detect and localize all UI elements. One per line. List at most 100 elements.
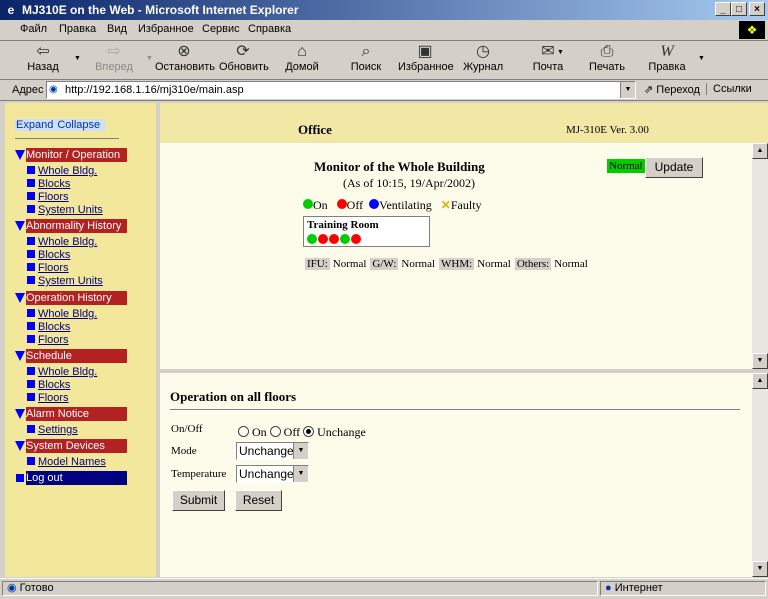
nav-logout[interactable]: Log out <box>15 471 127 486</box>
nav-item-whole-bldg[interactable]: Whole Bldg. <box>27 308 97 321</box>
monitor-frame: Monitor of the Whole Building (As of 10:… <box>160 143 768 369</box>
refresh-icon: ⟳ <box>236 43 250 60</box>
nav-item-floors[interactable]: Floors <box>27 334 69 347</box>
edit-dropdown-icon[interactable]: ▼ <box>698 55 705 62</box>
scroll-up-icon[interactable]: ▲ <box>752 143 768 159</box>
maximize-button[interactable]: □ <box>731 2 747 16</box>
monitor-scrollbar[interactable]: ▲ ▼ <box>752 143 768 369</box>
history-button[interactable]: ◷ Журнал <box>463 43 503 77</box>
collapse-link[interactable]: Collapse <box>57 119 100 131</box>
mail-dropdown-icon[interactable]: ▼ <box>557 49 564 56</box>
unit-off-dot-icon[interactable] <box>318 234 328 244</box>
refresh-button[interactable]: ⟳ Обновить <box>219 43 269 77</box>
stop-button[interactable]: ⊗ Остановить <box>155 43 215 77</box>
nav-section-alarm-notice[interactable]: Alarm Notice <box>15 407 127 422</box>
menu-edit[interactable]: Правка <box>59 23 96 35</box>
chevron-down-icon[interactable]: ▼ <box>293 443 308 459</box>
nav-item-system-units[interactable]: System Units <box>27 275 103 288</box>
nav-section-operation-history[interactable]: Operation History <box>15 291 127 306</box>
header-frame: Office MJ-310E Ver. 3.00 <box>160 103 768 143</box>
address-input[interactable]: ◉ http://192.168.1.16/mj310e/main.asp ▼ <box>46 81 636 99</box>
bullet-square-icon <box>27 309 35 317</box>
navigation-frame: Expand Collapse Monitor / Operation Whole… <box>5 103 159 577</box>
nav-section-abnormality[interactable]: Abnormality History <box>15 219 127 234</box>
go-button[interactable]: ⇗ Переход <box>644 83 700 96</box>
minimize-button[interactable]: _ <box>715 2 731 16</box>
unit-on-dot-icon[interactable] <box>340 234 350 244</box>
submit-button[interactable]: Submit <box>172 490 225 511</box>
home-button[interactable]: ⌂ Домой <box>284 43 320 77</box>
unit-on-dot-icon[interactable] <box>307 234 317 244</box>
toolbar: ⇦ Назад ▼ ⇨ Вперед ▼ ⊗ Остановить ⟳ Обновить… <box>0 41 768 80</box>
update-button[interactable]: Update <box>645 157 703 178</box>
nav-item-blocks[interactable]: Blocks <box>27 321 70 334</box>
nav-section-monitor[interactable]: Monitor / Operation <box>15 148 127 163</box>
menu-favorites[interactable]: Избранное <box>138 23 194 35</box>
scroll-down-icon[interactable]: ▼ <box>752 561 768 577</box>
menu-help[interactable]: Справка <box>248 23 291 35</box>
word-edit-icon: W <box>660 43 674 60</box>
menu-tools[interactable]: Сервис <box>202 23 240 35</box>
bullet-square-icon <box>27 237 35 245</box>
nav-item-blocks[interactable]: Blocks <box>27 249 70 262</box>
edit-button[interactable]: W Правка <box>648 43 686 77</box>
close-button[interactable]: × <box>749 2 765 16</box>
operation-scrollbar[interactable]: ▲ ▼ <box>752 373 768 577</box>
scroll-down-icon[interactable]: ▼ <box>752 353 768 369</box>
nav-item-whole-bldg[interactable]: Whole Bldg. <box>27 366 97 379</box>
nav-item-blocks[interactable]: Blocks <box>27 178 70 191</box>
onoff-radio-group: On Off Unchange <box>238 425 366 440</box>
menu-file[interactable]: Файл <box>20 23 47 35</box>
printer-icon: ⎙ <box>600 43 614 60</box>
go-arrow-icon: ⇗ <box>644 84 654 96</box>
faulty-cross-icon: ✕ <box>440 198 451 212</box>
menu-bar: Файл Правка Вид Избранное Сервис Справка <box>0 20 768 41</box>
forward-dropdown-icon[interactable]: ▼ <box>146 55 153 62</box>
expand-link[interactable]: Expand <box>16 119 53 131</box>
on-dot-icon <box>303 199 313 209</box>
monitor-title: Monitor of the Whole Building <box>314 159 485 174</box>
nav-item-floors[interactable]: Floors <box>27 191 69 204</box>
nav-item-whole-bldg[interactable]: Whole Bldg. <box>27 236 97 249</box>
bullet-square-icon <box>27 250 35 258</box>
chevron-down-icon[interactable]: ▼ <box>293 466 308 482</box>
room-name: Training Room <box>307 219 379 231</box>
title-bar: e MJ310E on the Web - Microsoft Internet… <box>0 0 768 20</box>
bullet-square-icon <box>27 179 35 187</box>
nav-section-system-devices[interactable]: System Devices <box>15 439 127 454</box>
triangle-down-icon <box>15 409 25 419</box>
nav-item-floors[interactable]: Floors <box>27 392 69 405</box>
favorites-button[interactable]: ▣ Избранное <box>398 43 454 77</box>
operation-frame: Operation on all floors On/Off On Off Un… <box>160 373 768 577</box>
location-title: Office <box>298 122 332 137</box>
search-button[interactable]: ⌕ Поиск <box>349 43 383 77</box>
room-card[interactable]: Training Room <box>303 216 430 247</box>
scroll-up-icon[interactable]: ▲ <box>752 373 768 389</box>
nav-item-settings[interactable]: Settings <box>27 424 78 437</box>
nav-item-floors[interactable]: Floors <box>27 262 69 275</box>
print-button[interactable]: ⎙ Печать <box>589 43 625 77</box>
nav-item-whole-bldg[interactable]: Whole Bldg. <box>27 165 97 178</box>
mode-label: Mode <box>171 445 197 457</box>
back-dropdown-icon[interactable]: ▼ <box>74 55 81 62</box>
links-button[interactable]: Ссылки <box>706 83 752 95</box>
unit-off-dot-icon[interactable] <box>351 234 361 244</box>
menu-view[interactable]: Вид <box>107 23 127 35</box>
temperature-select[interactable]: Unchange ▼ <box>236 465 309 483</box>
radio-unchange[interactable] <box>303 426 315 437</box>
reset-button[interactable]: Reset <box>235 490 282 511</box>
radio-off[interactable] <box>269 426 281 437</box>
nav-section-schedule[interactable]: Schedule <box>15 349 127 364</box>
radio-on[interactable] <box>238 426 249 437</box>
nav-item-blocks[interactable]: Blocks <box>27 379 70 392</box>
address-dropdown-icon[interactable]: ▼ <box>620 82 635 98</box>
nav-item-model-names[interactable]: Model Names <box>27 456 106 469</box>
stop-icon: ⊗ <box>177 43 191 60</box>
forward-button[interactable]: ⇨ Вперед <box>92 43 136 77</box>
bullet-square-icon <box>27 367 35 375</box>
bullet-square-icon <box>27 457 35 465</box>
mode-select[interactable]: Unchange ▼ <box>236 442 309 460</box>
nav-item-system-units[interactable]: System Units <box>27 204 103 217</box>
unit-off-dot-icon[interactable] <box>329 234 339 244</box>
back-button[interactable]: ⇦ Назад <box>22 43 64 77</box>
